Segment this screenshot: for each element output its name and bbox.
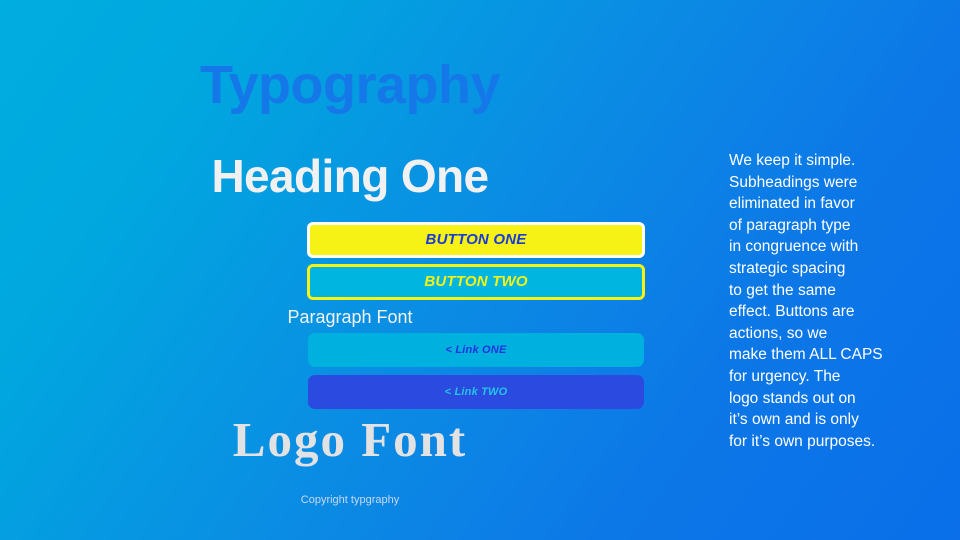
link-one[interactable]: < Link ONE (308, 333, 644, 367)
link-two[interactable]: < Link TWO (308, 375, 644, 409)
paragraph-font-label: Paragraph Font (287, 307, 413, 327)
footer-copyright: Copyright typgraphy (300, 494, 400, 506)
page-title: Typography (199, 55, 501, 115)
heading-one: Heading One (211, 150, 489, 202)
typography-style-sheet: Typography Heading One BUTTON ONE BUTTON… (0, 0, 960, 540)
button-one[interactable]: BUTTON ONE (307, 222, 645, 258)
logo-font-sample: Logo Font (232, 412, 468, 467)
button-two[interactable]: BUTTON TWO (307, 264, 645, 300)
body-copy-paragraph: We keep it simple. Subheadings were elim… (729, 152, 883, 450)
main-column: Typography Heading One BUTTON ONE BUTTON… (0, 0, 700, 540)
